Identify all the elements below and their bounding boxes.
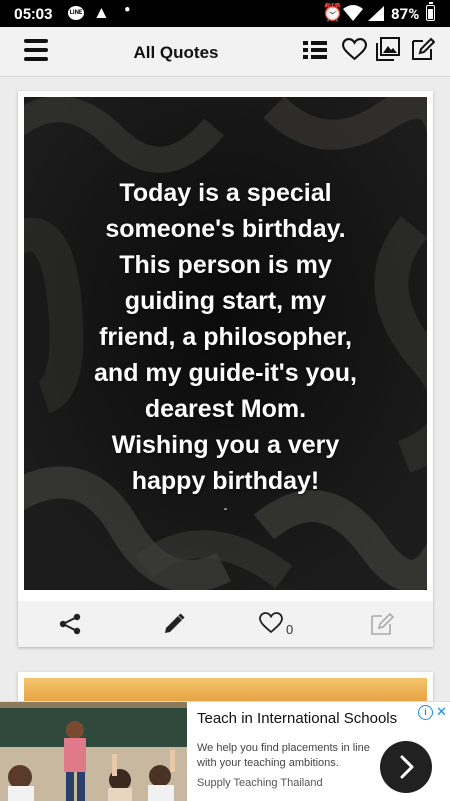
quote-text: Today is a special someone's birthday. T… <box>24 175 427 499</box>
quote-line: Wishing you a very <box>111 431 340 459</box>
quote-author: - <box>223 501 228 515</box>
app-bar: All Quotes <box>0 27 450 77</box>
quote-line: guiding start, my <box>124 287 327 315</box>
page-title: All Quotes <box>133 43 219 62</box>
likes-count: 0 <box>286 622 294 637</box>
quote-line: happy birthday! <box>131 467 320 495</box>
notification-dot-icon: • <box>124 0 131 21</box>
pencil-icon[interactable] <box>162 612 186 641</box>
ad-banner[interactable]: Teach in International Schools We help y… <box>0 701 450 801</box>
battery-percent: 87% <box>391 5 420 23</box>
quote-line: friend, a philosopher, <box>99 323 352 351</box>
ad-info-icon[interactable]: i <box>418 705 433 720</box>
status-bar: 05:03 LINE ▲ • ⏰ 87% <box>0 0 450 27</box>
heart-icon[interactable] <box>341 38 368 66</box>
battery-icon <box>426 2 435 21</box>
ad-advertiser: Supply Teaching Thailand <box>197 777 323 789</box>
ad-close-icon[interactable]: ✕ <box>436 704 447 720</box>
ad-cta-button[interactable] <box>380 741 432 793</box>
quote-line: This person is my <box>119 251 332 279</box>
share-icon[interactable] <box>58 612 82 641</box>
ad-image <box>0 702 187 801</box>
edit-note-icon[interactable] <box>370 612 395 641</box>
signal-icon <box>368 6 384 25</box>
line-app-icon: LINE <box>68 6 84 20</box>
ad-headline[interactable]: Teach in International Schools <box>197 710 397 727</box>
status-time: 05:03 <box>14 5 53 23</box>
like-heart-icon[interactable] <box>259 612 283 639</box>
ad-description: We help you find placements in line with… <box>197 742 370 769</box>
quote-line: dearest Mom. <box>144 395 307 423</box>
quote-card: Today is a special someone's birthday. T… <box>18 91 433 647</box>
edit-icon[interactable] <box>411 37 436 66</box>
alarm-icon: ⏰ <box>322 3 344 23</box>
chevron-right-icon <box>400 755 414 779</box>
quote-actions-bar: 0 <box>18 601 433 647</box>
quote-background-image[interactable]: Today is a special someone's birthday. T… <box>24 97 427 590</box>
gallery-icon[interactable] <box>376 37 400 66</box>
warning-icon: ▲ <box>93 3 110 23</box>
wifi-icon <box>343 5 363 25</box>
quote-line: Today is a special <box>119 179 332 207</box>
quote-line: someone's birthday. <box>105 215 346 243</box>
list-icon[interactable] <box>303 40 327 65</box>
quote-line: and my guide-it's you, <box>94 359 357 387</box>
